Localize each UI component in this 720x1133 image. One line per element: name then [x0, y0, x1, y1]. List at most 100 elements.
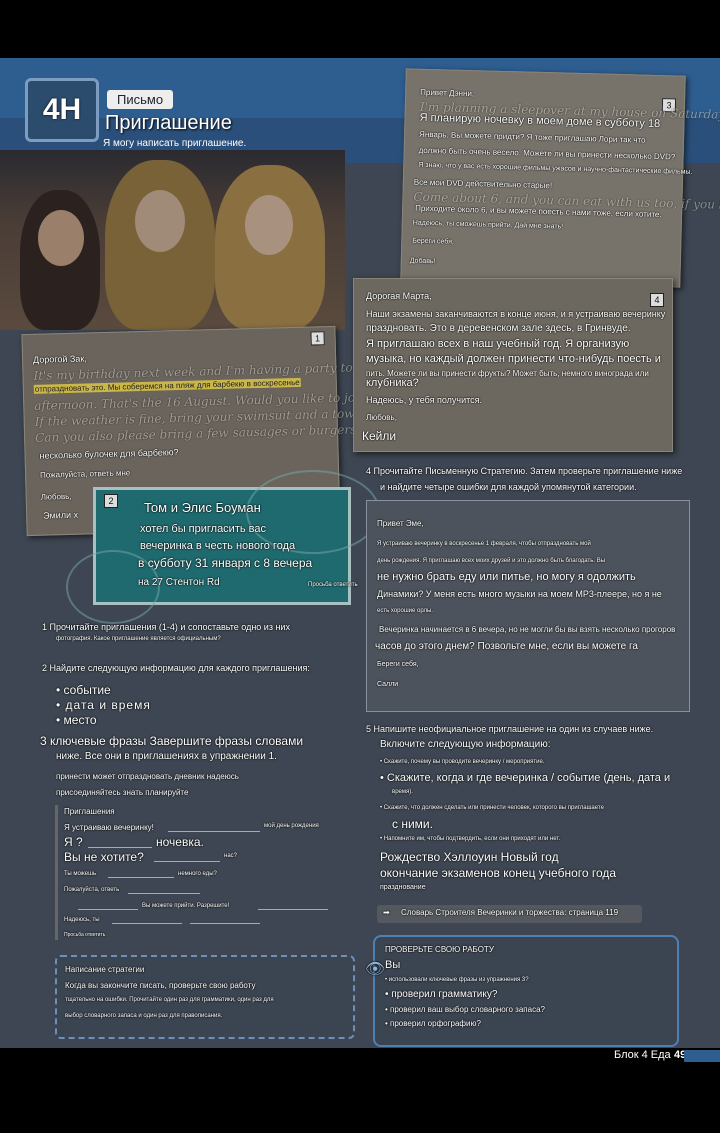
- task5-occasions: Рождество Хэллоуин Новый год: [380, 850, 559, 864]
- card1-greeting: Дорогой Зак,: [32, 353, 87, 365]
- gap-line: Ты можешь: [64, 871, 97, 877]
- task1-instruction: 1 Прочитайте приглашения (1-4) и сопоста…: [42, 622, 290, 632]
- gap-fill-box: Приглашения Я устраиваю вечеринку! мой д…: [55, 805, 358, 940]
- card1-line: несколько булочек для барбекю?: [39, 447, 179, 461]
- invitation-card-3: 3 Привет Дэнни, I'm planning a sleepover…: [400, 68, 720, 288]
- card5-line: Береги себя,: [377, 661, 419, 668]
- task3-instruction-cont: ниже. Все они в приглашениях в упражнени…: [56, 751, 277, 762]
- writing-strategy-box: Написание стратегии Когда вы закончите п…: [55, 955, 355, 1039]
- gap-box-title: Приглашения: [64, 807, 115, 816]
- card3-line: Я знаю, что у вас есть хорошие фильмы уж…: [418, 161, 693, 176]
- check-item: • проверил ваш выбор словарного запаса?: [385, 1005, 545, 1014]
- gap-line: немного еды?: [178, 871, 217, 877]
- vocabulary-builder-link[interactable]: ➡ Словарь Строителя Вечеринки и торжеств…: [377, 905, 642, 923]
- invitation-card-2: 2 Том и Элис Боуман хотел бы пригласить …: [66, 470, 380, 624]
- strategy-line: выбор словарного запаса и один раз для п…: [65, 1013, 223, 1019]
- check-title: ПРОВЕРЬТЕ СВОЮ РАБОТУ: [385, 945, 494, 954]
- card1-closing: Любовь,: [40, 491, 72, 502]
- gap-line: нас?: [224, 853, 237, 859]
- gap-line: Просьба ответить: [64, 932, 106, 938]
- gap-line: мой день рождения: [264, 823, 319, 829]
- task5-instruction-cont: Включите следующую информацию:: [380, 739, 551, 750]
- invitation-card-4: 4 Дорогая Марта, Наши экзамены заканчива…: [353, 278, 673, 452]
- task5-bullet-cont: с ними.: [392, 817, 433, 831]
- footer-accent: [684, 1050, 720, 1062]
- check-item: • использовали ключевые фразы из упражне…: [385, 977, 529, 983]
- page-subtitle: Я могу написать приглашение.: [103, 138, 247, 149]
- task2-item: • событие: [56, 683, 111, 697]
- card5-signature: Салли: [377, 681, 399, 688]
- card5-greeting: Привет Эме,: [377, 519, 424, 528]
- task5-occasions: празднование: [380, 884, 426, 891]
- task5-bullet: • Скажите, что должен сделать или принес…: [380, 805, 604, 811]
- task2-item: • дата и время: [56, 698, 151, 712]
- gap-line: Я ?: [64, 835, 83, 849]
- footer-unit: Блок 4 Еда: [614, 1049, 671, 1061]
- handwritten-line: It's my birthday next week and I'm havin…: [33, 360, 353, 383]
- card3-signature: Добавь!: [409, 257, 436, 266]
- task5-occasions: окончание экзаменов конец учебного года: [380, 866, 617, 880]
- gap-line: Вы можете прийти. Разрешите!: [142, 903, 230, 909]
- gap-line: ночевка.: [156, 835, 204, 849]
- task4-instruction-cont: и найдите четыре ошибки для каждой упомя…: [380, 482, 637, 492]
- task3-word-bank-cont: присоединяйтесь знать планируйте: [56, 788, 189, 797]
- check-item: • проверил орфографию?: [385, 1019, 481, 1028]
- unit-badge: 4H: [25, 78, 99, 142]
- arrow-right-icon: ➡: [383, 908, 390, 917]
- card4-line: праздновать. Это в деревенском зале здес…: [366, 323, 631, 334]
- task5-bullet: • Скажите, почему вы проводите вечеринку…: [380, 759, 545, 765]
- card5-line: не нужно брать еду или питье, но могу я …: [377, 571, 636, 583]
- card4-line: клубника?: [366, 377, 419, 389]
- check-your-work-box: ПРОВЕРЬТЕ СВОЮ РАБОТУ 👁 Вы • использовал…: [365, 935, 679, 1047]
- card-number: 2: [104, 494, 118, 508]
- task3-instruction: 3 ключевые фразы Завершите фразы словами: [40, 734, 304, 748]
- card5-line: часов до этого днем? Позвольте мне, если…: [375, 641, 638, 652]
- task4-instruction: 4 Прочитайте Письменную Стратегию. Затем…: [366, 466, 683, 476]
- task2-instruction: 2 Найдите следующую информацию для каждо…: [42, 663, 310, 673]
- photo-three-girls: [0, 150, 345, 330]
- card3-greeting: Привет Дэнни,: [420, 87, 475, 99]
- section-tag: Письмо: [107, 90, 174, 109]
- card3-line: Береги себя,: [412, 237, 454, 246]
- card3-line: Все мои DVD действительно старые!: [413, 177, 553, 191]
- card2-rsvp: Просьба ответить: [308, 582, 358, 588]
- card5-line: день рождения. Я приглашаю всех моих дру…: [377, 558, 606, 564]
- task2-item: • место: [56, 713, 97, 727]
- card3-line: Январь. Вы можете придти? Я тоже приглаш…: [418, 129, 646, 145]
- check-item: • проверил грамматику?: [385, 989, 498, 1000]
- card2-address: на 27 Стентон Rd: [138, 577, 220, 588]
- card-number: 1: [310, 331, 325, 346]
- gap-line: Надеюсь, ты: [64, 917, 100, 923]
- card4-greeting: Дорогая Марта,: [366, 291, 432, 301]
- card2-title: Том и Элис Боуман: [144, 500, 261, 515]
- vocab-label: Словарь Строителя Вечеринки и торжества:…: [401, 908, 619, 917]
- card5-line: Динамики? У меня есть много музыки на мо…: [377, 589, 662, 599]
- card3-line: Надеюсь, ты сможешь прийти. Дай мне знат…: [412, 219, 564, 231]
- page-title: Приглашение: [105, 112, 232, 134]
- card2-line: в субботу 31 января с 8 вечера: [138, 556, 313, 570]
- card4-line: Любовь,: [366, 413, 397, 422]
- card4-line: Наши экзамены заканчиваются в конце июня…: [366, 309, 666, 319]
- card2-line: вечеринка в честь нового года: [140, 540, 296, 552]
- eye-icon: 👁: [365, 961, 386, 978]
- strategy-line: Когда вы закончите писать, проверьте сво…: [65, 981, 256, 990]
- card2-line: хотел бы пригласить вас: [140, 523, 266, 535]
- card-number: 4: [650, 293, 664, 307]
- task1-subtext: фотография. Какое приглашение является о…: [56, 636, 221, 642]
- task5-bullet: • Напомните им, чтобы подтвердить, если …: [380, 836, 561, 842]
- task3-word-bank: принести может отпраздновать дневник над…: [56, 772, 239, 781]
- card5-line: есть хорошие орлы.: [377, 608, 433, 614]
- check-you: Вы: [385, 959, 401, 971]
- card4-line: Надеюсь, у тебя получится.: [366, 395, 483, 405]
- gap-line: Я устраиваю вечеринку!: [64, 823, 154, 832]
- task5-bullet-cont: время).: [392, 789, 413, 795]
- card4-signature: Кейли: [362, 429, 397, 443]
- strategy-line: тщательно на ошибки. Прочитайте один раз…: [65, 997, 274, 1003]
- strategy-title: Написание стратегии: [65, 965, 145, 974]
- gap-line: Вы не хотите?: [64, 850, 144, 864]
- task5-instruction: 5 Напишите неофициальное приглашение на …: [366, 724, 654, 734]
- card4-line: музыка, но каждый должен принести что-ни…: [366, 353, 661, 365]
- card5-line: Вечеринка начинается в 6 вечера, но не м…: [379, 625, 676, 634]
- gap-line: Пожалуйста, ответь: [64, 887, 120, 893]
- task5-bullet: • Скажите, когда и где вечеринка / событ…: [380, 772, 671, 784]
